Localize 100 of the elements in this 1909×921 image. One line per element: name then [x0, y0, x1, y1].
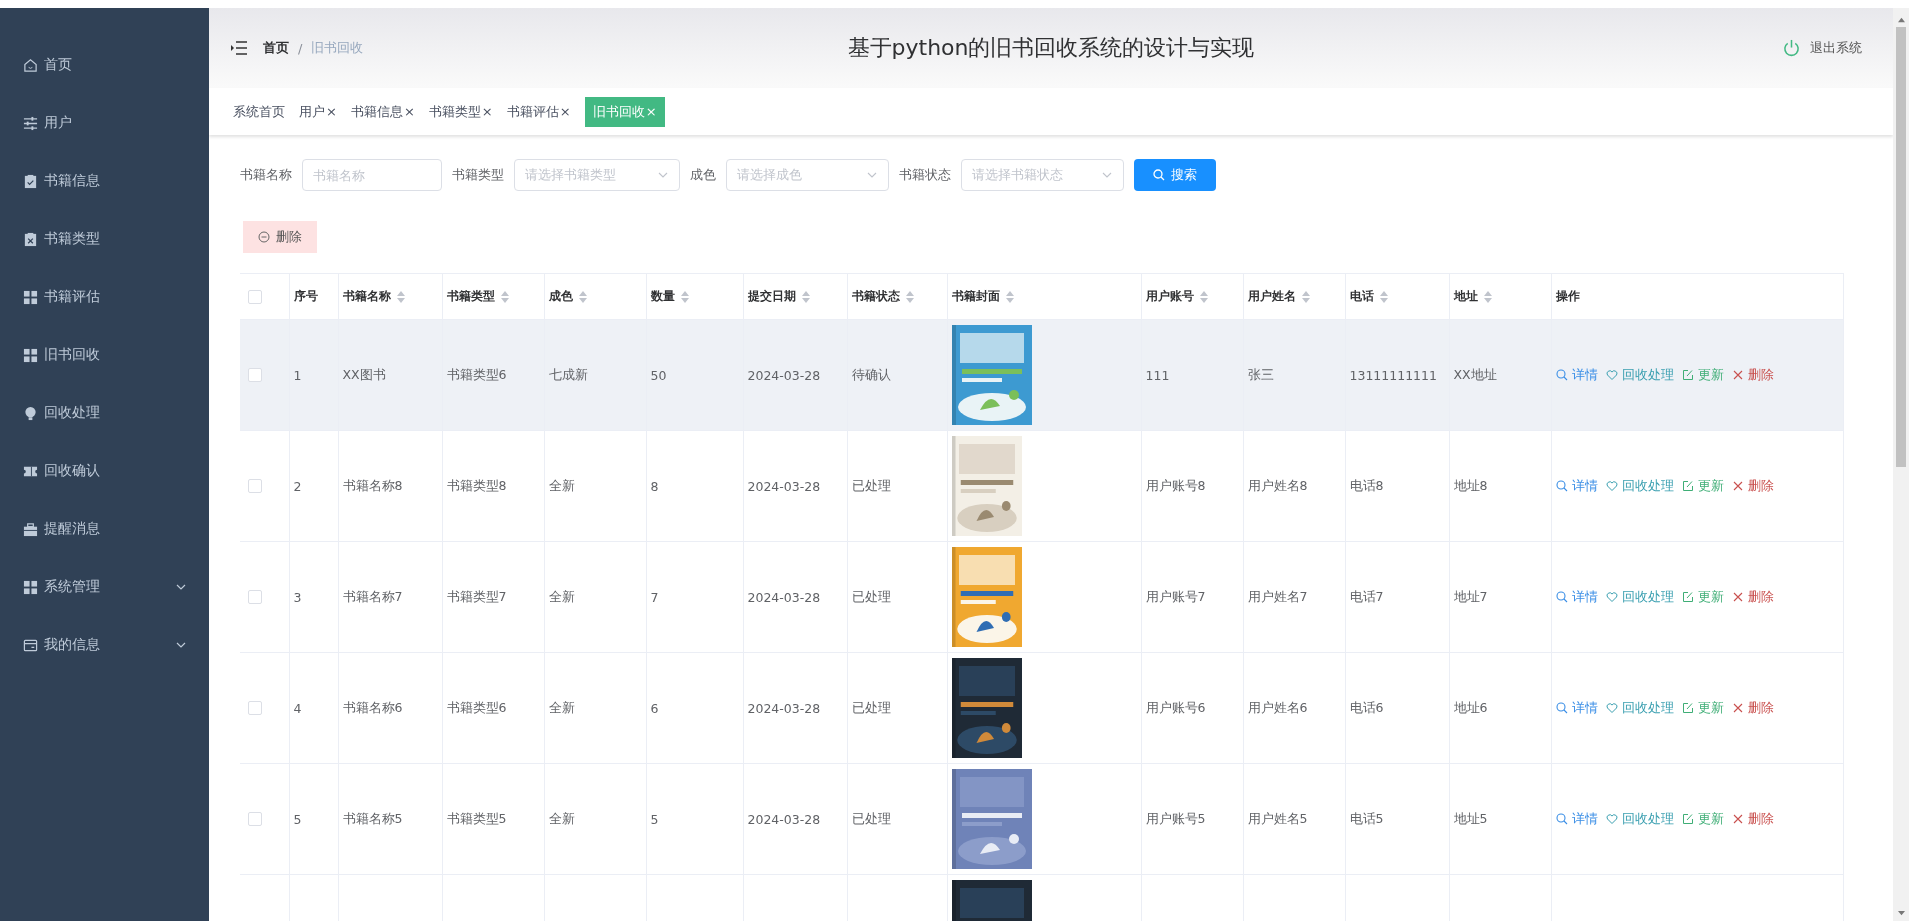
- wallet-icon: [23, 637, 38, 653]
- table-cell: 2024-03-28: [747, 811, 821, 827]
- process-link[interactable]: 回收处理: [1605, 477, 1674, 495]
- table-cell: 全新: [548, 810, 575, 826]
- sort-icon[interactable]: [801, 290, 810, 303]
- table-cell: 七成新: [548, 366, 588, 382]
- delete-link[interactable]: 删除: [1731, 477, 1774, 495]
- checkbox[interactable]: [248, 701, 262, 715]
- checkbox[interactable]: [248, 368, 262, 382]
- search-icon: [1555, 813, 1568, 825]
- input-field[interactable]: 书籍名称: [302, 159, 442, 191]
- detail-link[interactable]: 详情: [1555, 366, 1598, 384]
- table-cell: 地址5: [1453, 810, 1488, 826]
- search-icon: [1555, 369, 1568, 381]
- table-cell: 用户姓名6: [1247, 699, 1308, 715]
- grid-icon: [23, 289, 38, 305]
- update-link[interactable]: 更新: [1681, 588, 1724, 606]
- column-header: 书籍状态: [851, 288, 900, 305]
- minus-circle-icon: [258, 231, 270, 243]
- checkbox[interactable]: [248, 289, 262, 304]
- breadcrumb-link[interactable]: 首页: [263, 39, 289, 57]
- checkbox[interactable]: [248, 479, 262, 493]
- table-cell: 地址7: [1453, 588, 1488, 604]
- scrollbar-thumb[interactable]: [1896, 27, 1906, 467]
- process-link[interactable]: 回收处理: [1605, 588, 1674, 606]
- table-cell: 书籍类型5: [446, 810, 507, 826]
- detail-link[interactable]: 详情: [1555, 588, 1598, 606]
- sidebar-item[interactable]: 旧书回收: [0, 326, 209, 384]
- logout-button[interactable]: 退出系统: [1776, 37, 1868, 59]
- home-icon: [23, 57, 38, 73]
- sort-icon[interactable]: [578, 290, 587, 303]
- sidebar-item[interactable]: 书籍信息: [0, 152, 209, 210]
- power-icon: [1782, 38, 1801, 58]
- table-cell: 用户账号7: [1145, 588, 1206, 604]
- process-link[interactable]: 回收处理: [1605, 699, 1674, 717]
- table-cell: 全新: [548, 699, 575, 715]
- tab[interactable]: 书籍评估×: [500, 96, 577, 127]
- sort-icon[interactable]: [1005, 290, 1014, 303]
- sort-icon[interactable]: [680, 290, 689, 303]
- detail-link[interactable]: 详情: [1555, 477, 1598, 495]
- table-cell: 书籍名称8: [342, 477, 403, 493]
- table-cell: 待确认: [851, 366, 891, 382]
- sidebar-item[interactable]: 我的信息: [0, 616, 209, 674]
- update-link[interactable]: 更新: [1681, 366, 1724, 384]
- tab[interactable]: 书籍信息×: [344, 96, 421, 127]
- sidebar-item[interactable]: 首页: [0, 36, 209, 94]
- table-cell: 8: [650, 478, 659, 494]
- table-cell: 书籍名称7: [342, 588, 403, 604]
- detail-link[interactable]: 详情: [1555, 810, 1598, 828]
- sidebar-item[interactable]: 用户: [0, 94, 209, 152]
- filter-label: 书籍名称: [240, 166, 292, 184]
- scroll-down-icon: [1896, 910, 1906, 917]
- edit-icon: [1681, 369, 1694, 381]
- table-cell: 用户账号8: [1145, 477, 1206, 493]
- delete-link[interactable]: 删除: [1731, 810, 1774, 828]
- checkbox[interactable]: [248, 812, 262, 826]
- sort-icon[interactable]: [1199, 290, 1208, 303]
- table-cell: 3: [293, 589, 302, 605]
- sort-icon[interactable]: [1483, 290, 1492, 303]
- table-cell: 电话6: [1349, 699, 1384, 715]
- tab[interactable]: 系统首页: [227, 96, 291, 127]
- table-cell: 2024-03-28: [747, 589, 821, 605]
- table-cell: 用户姓名5: [1247, 810, 1308, 826]
- page-title: 基于python的旧书回收系统的设计与实现: [847, 35, 1255, 60]
- column-header: 用户账号: [1145, 288, 1194, 305]
- checkbox[interactable]: [248, 590, 262, 604]
- update-link[interactable]: 更新: [1681, 810, 1724, 828]
- sort-icon[interactable]: [396, 290, 405, 303]
- sidebar-item[interactable]: 回收确认: [0, 442, 209, 500]
- tab[interactable]: 用户×: [293, 96, 343, 127]
- delete-link[interactable]: 删除: [1731, 588, 1774, 606]
- grid-icon: [23, 347, 38, 363]
- sidebar-item[interactable]: 书籍评估: [0, 268, 209, 326]
- delete-button[interactable]: 删除: [243, 221, 317, 253]
- tab[interactable]: 书籍类型×: [422, 96, 499, 127]
- sort-icon[interactable]: [905, 290, 914, 303]
- tab[interactable]: 旧书回收×: [584, 96, 665, 127]
- sidebar-item[interactable]: 书籍类型: [0, 210, 209, 268]
- process-link[interactable]: 回收处理: [1605, 366, 1674, 384]
- sort-icon[interactable]: [500, 290, 509, 303]
- sidebar-item[interactable]: 回收处理: [0, 384, 209, 442]
- sort-icon[interactable]: [1379, 290, 1388, 303]
- update-link[interactable]: 更新: [1681, 477, 1724, 495]
- sidebar-item[interactable]: 系统管理: [0, 558, 209, 616]
- sidebar-item[interactable]: 提醒消息: [0, 500, 209, 558]
- edit-icon: [1681, 591, 1694, 603]
- heart-icon: [1605, 480, 1618, 492]
- table-cell: 地址8: [1453, 477, 1488, 493]
- detail-link[interactable]: 详情: [1555, 699, 1598, 717]
- table-cell: 已处理: [851, 699, 891, 715]
- breadcrumb-separator: /: [298, 40, 303, 56]
- table-cell: 已处理: [851, 477, 891, 493]
- delete-link[interactable]: 删除: [1731, 699, 1774, 717]
- process-link[interactable]: 回收处理: [1605, 810, 1674, 828]
- delete-link[interactable]: 删除: [1731, 366, 1774, 384]
- table-cell: 已处理: [851, 588, 891, 604]
- update-link[interactable]: 更新: [1681, 699, 1724, 717]
- sort-icon[interactable]: [1301, 290, 1310, 303]
- search-button[interactable]: 搜索: [1134, 159, 1216, 191]
- table-cell: 50: [650, 367, 667, 383]
